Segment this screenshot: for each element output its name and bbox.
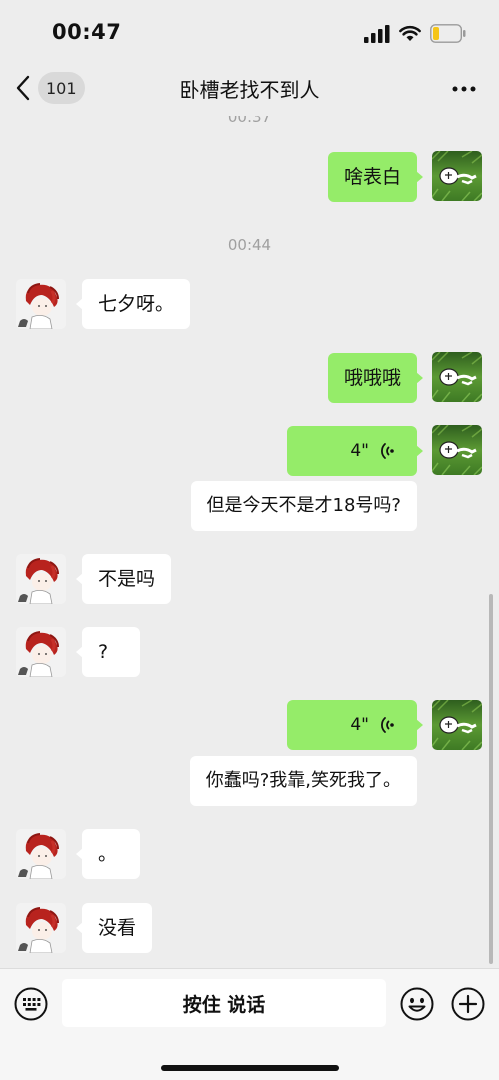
voice-transcript[interactable]: 但是今天不是才18号吗? [190, 481, 417, 531]
voice-transcript[interactable]: 你蠢吗?我靠,笑死我了。 [189, 756, 417, 806]
message-bubble-contact[interactable]: 没看 [75, 903, 153, 953]
voice-duration: 4" [350, 715, 369, 735]
nav-bar: 101 卧槽老找不到人 [0, 62, 499, 116]
battery-icon [430, 24, 466, 43]
timestamp: 00:37 [227, 116, 272, 126]
emoji-icon[interactable] [400, 987, 434, 1021]
contact-avatar[interactable] [16, 829, 66, 879]
voice-wave-icon [381, 443, 394, 459]
message-bubble-self[interactable]: 哦哦哦 [327, 353, 424, 403]
message-bubble-contact[interactable]: 不是吗 [75, 554, 172, 604]
input-bar: 按住 说话 [0, 968, 499, 1080]
message-bubble-self[interactable]: 啥表白 [327, 152, 424, 202]
wifi-icon [399, 25, 421, 41]
timestamp: 00:44 [227, 236, 272, 254]
back-icon [16, 75, 30, 101]
voice-message-bubble[interactable]: 4" [287, 426, 423, 476]
self-avatar[interactable] [432, 700, 482, 750]
chat-area[interactable]: 00:37 啥表白 00:44 七夕呀。 哦哦哦 4" 但是今天不是才18号吗?… [0, 116, 499, 968]
chat-title: 卧槽老找不到人 [179, 78, 320, 102]
voice-message-bubble[interactable]: 4" [287, 700, 423, 750]
self-avatar[interactable] [432, 352, 482, 402]
self-avatar[interactable] [432, 151, 482, 201]
self-avatar[interactable] [432, 425, 482, 475]
unread-count-badge: 101 [38, 72, 85, 104]
status-bar: 00:47 [0, 0, 499, 62]
home-indicator [161, 1065, 339, 1071]
status-time: 00:47 [52, 20, 122, 44]
contact-avatar[interactable] [16, 554, 66, 604]
more-icon [452, 86, 476, 92]
back-button[interactable]: 101 [14, 70, 86, 106]
contact-avatar[interactable] [16, 627, 66, 677]
plus-icon[interactable] [451, 987, 485, 1021]
contact-avatar[interactable] [16, 903, 66, 953]
keyboard-icon[interactable] [14, 987, 48, 1021]
message-bubble-contact[interactable]: 。 [76, 829, 140, 879]
chat-scrollbar[interactable] [489, 594, 493, 964]
message-bubble-contact[interactable]: ? [76, 627, 140, 677]
message-bubble-contact[interactable]: 七夕呀。 [75, 279, 191, 329]
more-button[interactable] [446, 74, 482, 104]
hold-to-talk-button[interactable]: 按住 说话 [62, 979, 386, 1027]
voice-duration: 4" [350, 441, 369, 461]
voice-wave-icon [381, 717, 394, 733]
signal-icon [364, 25, 390, 43]
contact-avatar[interactable] [16, 279, 66, 329]
